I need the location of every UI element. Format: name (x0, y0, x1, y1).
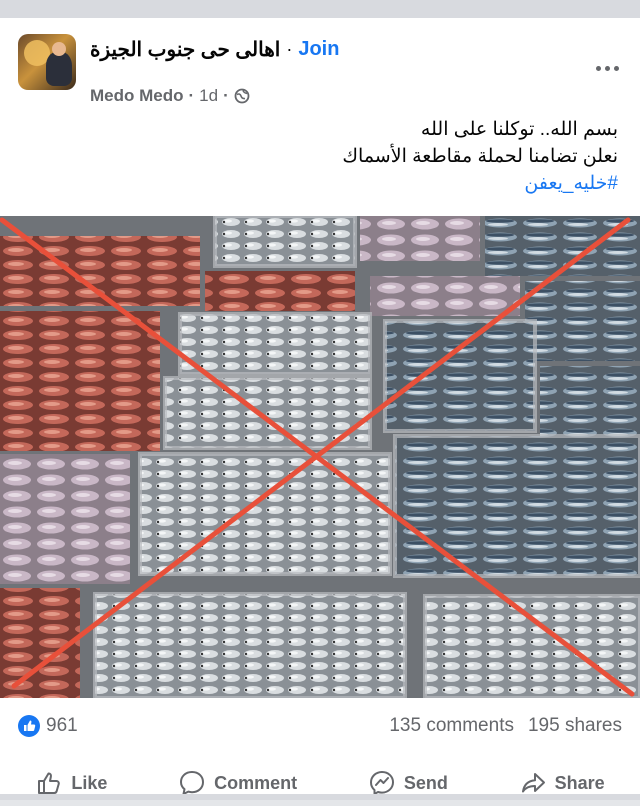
globe-icon (234, 88, 250, 104)
author-name[interactable]: Medo Medo (90, 86, 184, 106)
post-text: بسم الله.. توكلنا على الله نعلن تضامنا ل… (58, 116, 618, 197)
comment-button[interactable]: Comment (178, 769, 297, 797)
likes-number: 961 (46, 715, 78, 736)
thumbs-up-icon (38, 772, 61, 794)
group-avatar[interactable] (18, 34, 76, 90)
post-time[interactable]: 1d (199, 86, 218, 106)
share-label: Share (554, 772, 605, 793)
post-meta: Medo Medo · 1d · (90, 84, 250, 108)
bottom-divider (0, 794, 640, 800)
like-button[interactable]: Like (35, 769, 107, 797)
messenger-icon (369, 771, 394, 795)
post-photo[interactable] (0, 216, 640, 698)
group-name[interactable]: اهالى حى جنوب الجيزة (90, 37, 280, 62)
send-button[interactable]: Send (368, 769, 448, 797)
comments-count[interactable]: 135 comments (389, 715, 514, 737)
top-divider (0, 0, 640, 18)
fish-market-image (0, 216, 640, 698)
post-card: اهالى حى جنوب الجيزة · Join Medo Medo · … (0, 18, 640, 797)
post-line: بسم الله.. توكلنا على الله (420, 119, 618, 140)
separator: · (286, 38, 293, 59)
post-header: اهالى حى جنوب الجيزة · Join (90, 36, 339, 62)
likes-count[interactable]: 961 (18, 715, 78, 737)
separator: · (188, 86, 195, 105)
send-label: Send (403, 772, 448, 793)
like-label: Like (71, 772, 108, 793)
separator: · (223, 86, 229, 105)
like-badge-icon (18, 715, 40, 737)
share-button[interactable]: Share (519, 769, 605, 797)
shares-count[interactable]: 195 shares (528, 715, 622, 737)
reaction-stats: 961 135 comments 195 shares (18, 708, 622, 744)
comment-label: Comment (214, 772, 298, 793)
hashtag-link[interactable]: #خليه_يعفن (58, 170, 618, 197)
join-button[interactable]: Join (298, 38, 339, 61)
comment-bubble-icon (180, 771, 205, 795)
share-arrow-icon (521, 773, 545, 793)
more-icon[interactable] (590, 60, 624, 76)
post-line: نعلن تضامنا لحملة مقاطعة الأسماك (342, 146, 618, 167)
